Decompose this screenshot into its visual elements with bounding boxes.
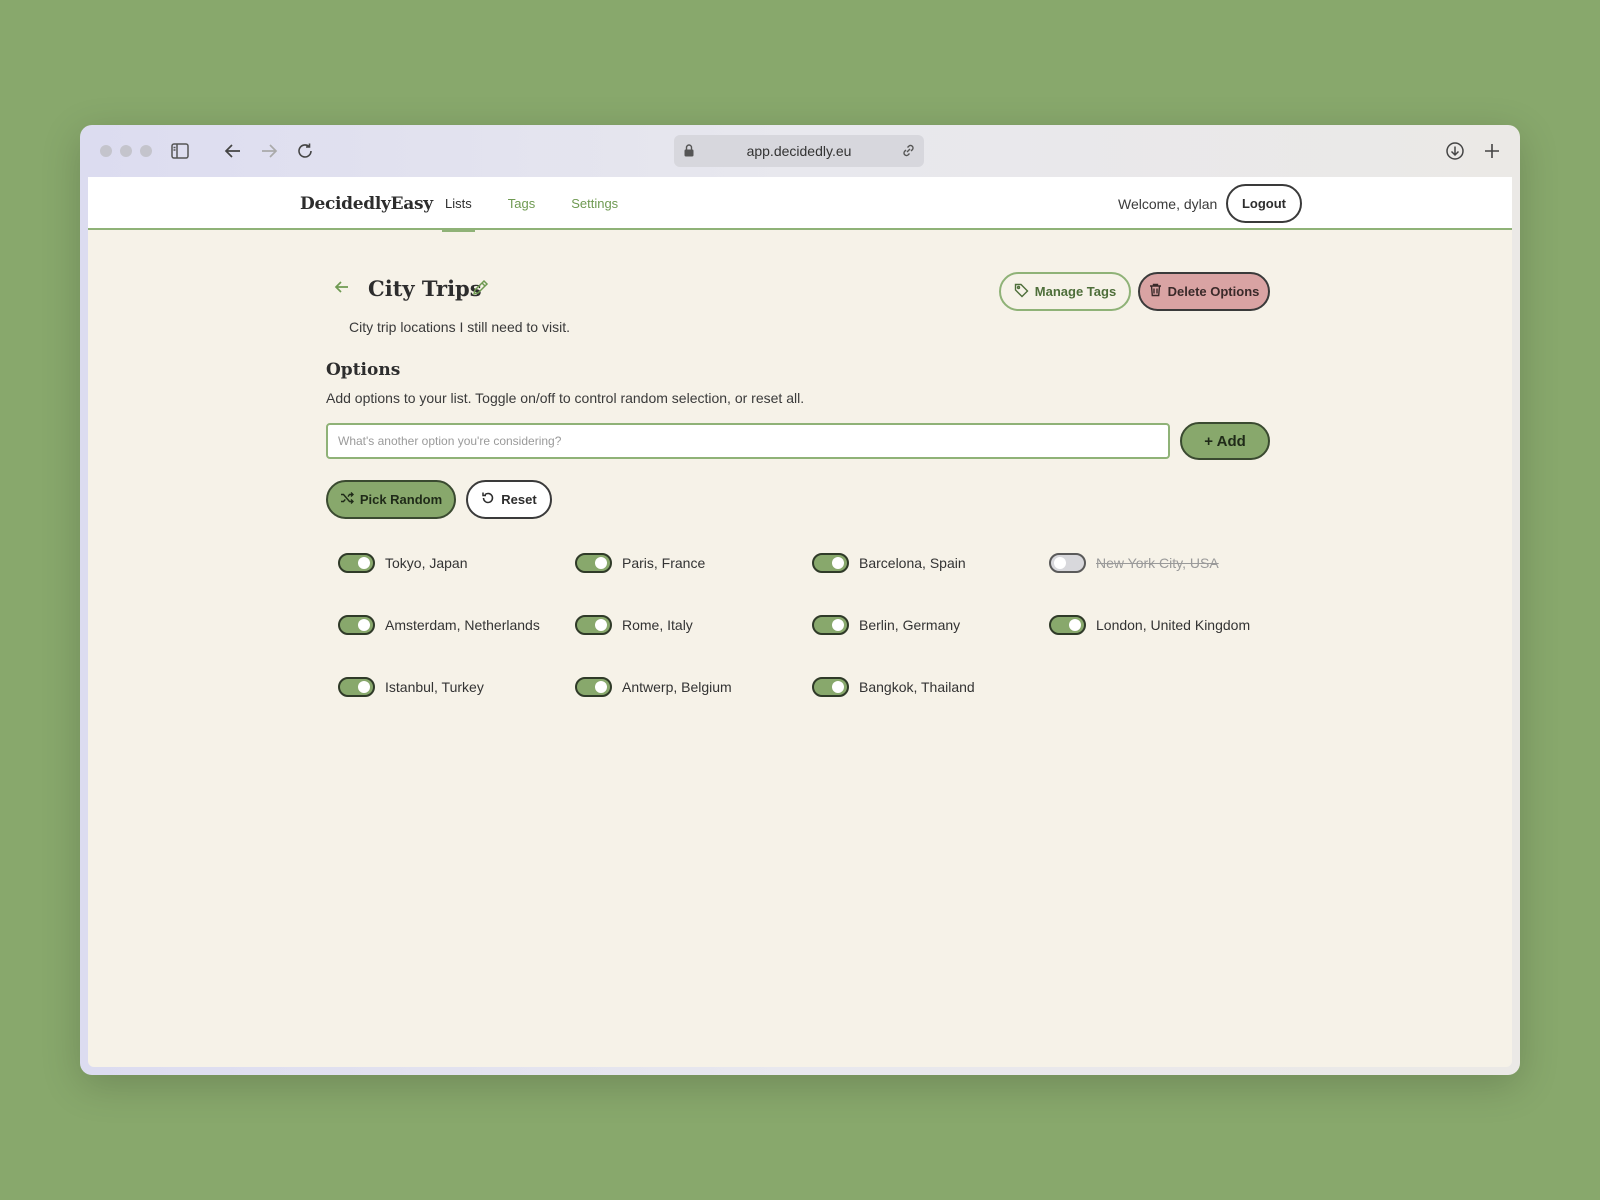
option-toggle[interactable]	[338, 615, 375, 635]
manage-tags-button[interactable]: Manage Tags	[999, 272, 1131, 311]
maximize-window-button[interactable]	[140, 145, 152, 157]
app-header: DecidedlyEasy Lists Tags Settings Welcom…	[88, 177, 1512, 232]
option-toggle[interactable]	[1049, 553, 1086, 573]
option-item: Rome, Italy	[575, 608, 812, 642]
option-item: Bangkok, Thailand	[812, 670, 1049, 704]
pencil-icon[interactable]	[472, 279, 489, 301]
list-title: City Trips	[368, 276, 482, 301]
toggle-knob	[595, 619, 607, 631]
options-help-text: Add options to your list. Toggle on/off …	[326, 390, 805, 406]
option-item: Tokyo, Japan	[338, 546, 575, 580]
toggle-knob	[595, 681, 607, 693]
list-description: City trip locations I still need to visi…	[349, 319, 570, 335]
option-toggle[interactable]	[575, 677, 612, 697]
reset-button[interactable]: Reset	[466, 480, 552, 519]
main-nav: Lists Tags Settings	[442, 177, 651, 232]
option-label: Tokyo, Japan	[385, 555, 468, 571]
option-label: Paris, France	[622, 555, 706, 571]
sidebar-toggle-icon[interactable]	[168, 139, 192, 163]
option-label: Antwerp, Belgium	[622, 679, 732, 695]
manage-tags-label: Manage Tags	[1034, 284, 1117, 299]
main-content: City Trips City trip locations I still n…	[88, 232, 1512, 1067]
option-label: Berlin, Germany	[859, 617, 961, 633]
option-label: Istanbul, Turkey	[385, 679, 484, 695]
option-toggle[interactable]	[575, 615, 612, 635]
option-toggle[interactable]	[338, 677, 375, 697]
url-text: app.decidedly.eu	[746, 143, 852, 159]
logout-button[interactable]: Logout	[1226, 184, 1302, 223]
toggle-knob	[358, 619, 370, 631]
new-option-input[interactable]	[326, 423, 1170, 459]
trash-icon	[1149, 283, 1162, 300]
shuffle-icon	[340, 491, 354, 508]
window-controls	[100, 145, 152, 157]
option-toggle[interactable]	[812, 677, 849, 697]
pick-random-label: Pick Random	[359, 492, 443, 507]
option-item: Barcelona, Spain	[812, 546, 1049, 580]
option-item: Istanbul, Turkey	[338, 670, 575, 704]
option-label: New York City, USA	[1096, 555, 1219, 571]
option-item: Berlin, Germany	[812, 608, 1049, 642]
reset-icon	[481, 491, 495, 508]
option-item: Paris, France	[575, 546, 812, 580]
toggle-knob	[832, 557, 844, 569]
reload-icon[interactable]	[293, 139, 317, 163]
option-toggle[interactable]	[812, 553, 849, 573]
back-arrow-icon[interactable]	[334, 280, 350, 299]
tag-icon	[1014, 283, 1029, 301]
option-label: Bangkok, Thailand	[859, 679, 975, 695]
option-toggle[interactable]	[575, 553, 612, 573]
options-grid: Tokyo, Japan Paris, France Barcelona, Spai…	[338, 546, 1298, 732]
brand-logo[interactable]: DecidedlyEasy	[300, 194, 433, 214]
nav-settings[interactable]: Settings	[568, 177, 621, 230]
close-window-button[interactable]	[100, 145, 112, 157]
toggle-knob	[595, 557, 607, 569]
option-toggle[interactable]	[1049, 615, 1086, 635]
option-toggle[interactable]	[812, 615, 849, 635]
page-viewport: DecidedlyEasy Lists Tags Settings Welcom…	[88, 177, 1512, 1067]
toggle-knob	[832, 619, 844, 631]
nav-lists[interactable]: Lists	[442, 177, 475, 232]
minimize-window-button[interactable]	[120, 145, 132, 157]
new-tab-plus-icon[interactable]	[1480, 139, 1504, 163]
option-item: New York City, USA	[1049, 546, 1286, 580]
browser-window: app.decidedly.eu DecidedlyEasy Lists Tag…	[80, 125, 1520, 1075]
browser-toolbar: app.decidedly.eu	[80, 125, 1520, 177]
welcome-text: Welcome, dylan	[1118, 196, 1218, 212]
option-item: Antwerp, Belgium	[575, 670, 812, 704]
delete-options-label: Delete Options	[1167, 284, 1260, 299]
delete-options-button[interactable]: Delete Options	[1138, 272, 1270, 311]
add-option-button[interactable]: + Add	[1180, 422, 1270, 460]
address-bar[interactable]: app.decidedly.eu	[674, 135, 924, 167]
toggle-knob	[1054, 557, 1066, 569]
option-item: Amsterdam, Netherlands	[338, 608, 575, 642]
option-item: London, United Kingdom	[1049, 608, 1286, 642]
option-toggle[interactable]	[338, 553, 375, 573]
lock-icon	[684, 144, 694, 160]
reset-label: Reset	[501, 492, 537, 507]
option-label: Amsterdam, Netherlands	[385, 617, 540, 633]
forward-arrow-icon[interactable]	[257, 139, 281, 163]
download-icon[interactable]	[1443, 139, 1467, 163]
toggle-knob	[358, 557, 370, 569]
options-heading: Options	[326, 360, 401, 380]
pick-random-button[interactable]: Pick Random	[326, 480, 456, 519]
toggle-knob	[358, 681, 370, 693]
option-label: Barcelona, Spain	[859, 555, 966, 571]
option-label: London, United Kingdom	[1096, 617, 1251, 633]
nav-tags[interactable]: Tags	[505, 177, 538, 230]
toggle-knob	[1069, 619, 1081, 631]
back-arrow-icon[interactable]	[221, 139, 245, 163]
link-icon[interactable]	[901, 143, 916, 161]
option-label: Rome, Italy	[622, 617, 693, 633]
toggle-knob	[832, 681, 844, 693]
